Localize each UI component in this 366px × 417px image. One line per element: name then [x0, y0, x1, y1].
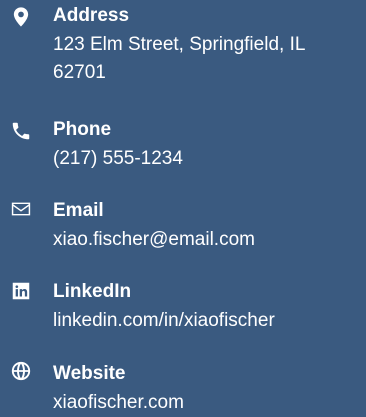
- phone-icon: [8, 118, 34, 144]
- contact-text-email: Email xiao.fischer@email.com: [53, 199, 362, 254]
- contact-info-list: Address 123 Elm Street, Springfield, IL …: [0, 0, 366, 417]
- contact-label: Website: [53, 363, 126, 384]
- contact-value-linkedin[interactable]: linkedin.com/in/xiaofischer: [53, 307, 362, 335]
- contact-label: Address: [53, 5, 130, 26]
- contact-value-email[interactable]: xiao.fischer@email.com: [53, 226, 362, 254]
- globe-icon: [8, 358, 34, 384]
- contact-text-phone: Phone (217) 555-1234: [53, 118, 362, 173]
- contact-value-website[interactable]: xiaofischer.com: [53, 389, 362, 417]
- linkedin-icon: [8, 278, 34, 304]
- contact-text-website: Website xiaofischer.com: [53, 362, 362, 417]
- contact-label: Email: [53, 200, 104, 221]
- contact-text-address: Address 123 Elm Street, Springfield, IL …: [53, 4, 362, 87]
- contact-text-linkedin: LinkedIn linkedin.com/in/xiaofischer: [53, 280, 362, 335]
- envelope-icon: [8, 196, 34, 222]
- contact-label: LinkedIn: [53, 281, 132, 302]
- contact-label: Phone: [53, 119, 112, 140]
- location-pin-icon: [8, 4, 34, 30]
- contact-value-address: 123 Elm Street, Springfield, IL 62701: [53, 34, 305, 83]
- contact-value-phone: (217) 555-1234: [53, 148, 183, 169]
